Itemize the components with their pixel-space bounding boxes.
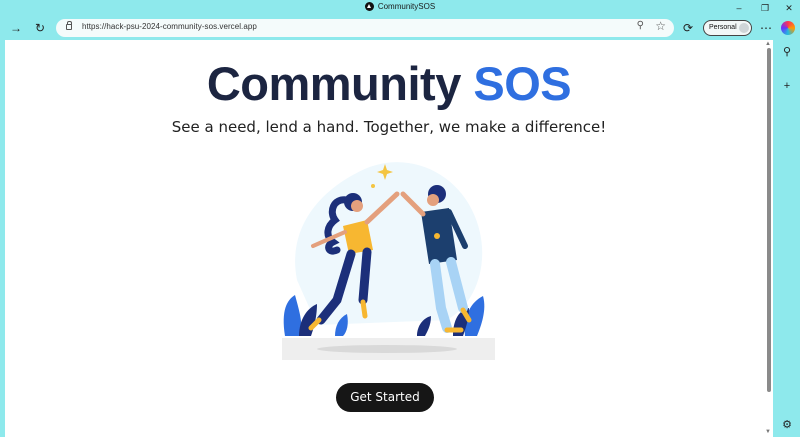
copilot-icon[interactable] [781, 21, 795, 35]
more-icon[interactable]: ⋯ [756, 19, 776, 37]
lock-icon [66, 21, 72, 30]
profile-button[interactable]: Personal [703, 20, 752, 36]
maximize-button[interactable]: ❐ [752, 0, 778, 16]
address-bar[interactable]: https://hack-psu-2024-community-sos.verc… [56, 19, 674, 37]
window-title: CommunitySOS [0, 2, 800, 11]
get-started-button[interactable]: Get Started [336, 383, 434, 412]
refresh-icon[interactable]: ↻ [30, 19, 50, 37]
close-button[interactable]: ✕ [776, 0, 800, 16]
window-titlebar: CommunitySOS – ❐ ✕ [0, 0, 800, 16]
scroll-down-icon[interactable]: ▼ [765, 429, 771, 435]
url-text[interactable]: https://hack-psu-2024-community-sos.verc… [82, 22, 257, 31]
web-page: Community SOS See a need, lend a hand. T… [5, 40, 773, 437]
settings-icon[interactable]: ⚙ [779, 417, 795, 433]
forward-icon[interactable]: → [6, 19, 26, 37]
minimize-button[interactable]: – [726, 0, 752, 16]
profile-label: Personal [709, 24, 737, 31]
zoom-icon[interactable]: ⚲ [637, 20, 644, 31]
title-accent: SOS [473, 57, 572, 110]
side-rail: ⚲ + ⚙ [774, 40, 800, 437]
scrollbar-thumb[interactable] [767, 48, 771, 392]
browser-toolbar: → ↻ https://hack-psu-2024-community-sos.… [0, 16, 800, 40]
window-title-text: CommunitySOS [377, 2, 436, 11]
search-icon[interactable]: ⚲ [779, 44, 795, 60]
extensions-icon[interactable]: ⟳ [678, 19, 698, 37]
site-favicon-icon [364, 2, 374, 11]
add-icon[interactable]: + [779, 78, 795, 94]
page-title: Community SOS [5, 56, 773, 111]
tagline: See a need, lend a hand. Together, we ma… [171, 118, 607, 136]
favorite-star-icon[interactable]: ☆ [655, 19, 666, 33]
title-main: Community [206, 57, 462, 110]
avatar [739, 23, 749, 33]
high-five-illustration [282, 162, 495, 360]
scroll-up-icon[interactable]: ▲ [765, 41, 771, 47]
